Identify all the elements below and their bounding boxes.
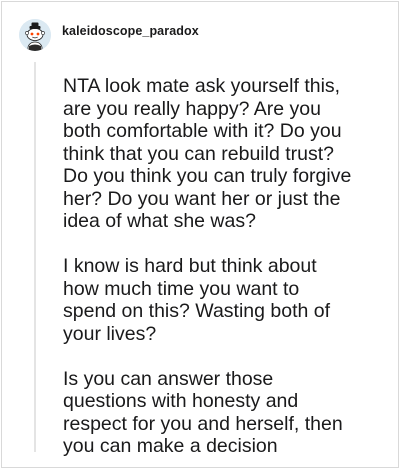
comment-paragraph: NTA look mate ask yourself this, are you… [63,75,352,232]
user-avatar[interactable] [19,19,51,51]
comment-paragraph: I know is hard but think about how much … [63,255,331,345]
comment-card: kaleidoscope_paradox NTA look mate ask y… [1,1,399,468]
comment-paragraph: Is you can answer those questions with h… [63,367,343,458]
comment-header: kaleidoscope_paradox [19,19,199,51]
comment-body: NTA look mate ask yourself this, are you… [63,75,383,458]
snoo-avatar-icon [19,19,51,51]
comment-author[interactable]: kaleidoscope_paradox [62,24,199,38]
thread-line[interactable] [34,62,36,452]
